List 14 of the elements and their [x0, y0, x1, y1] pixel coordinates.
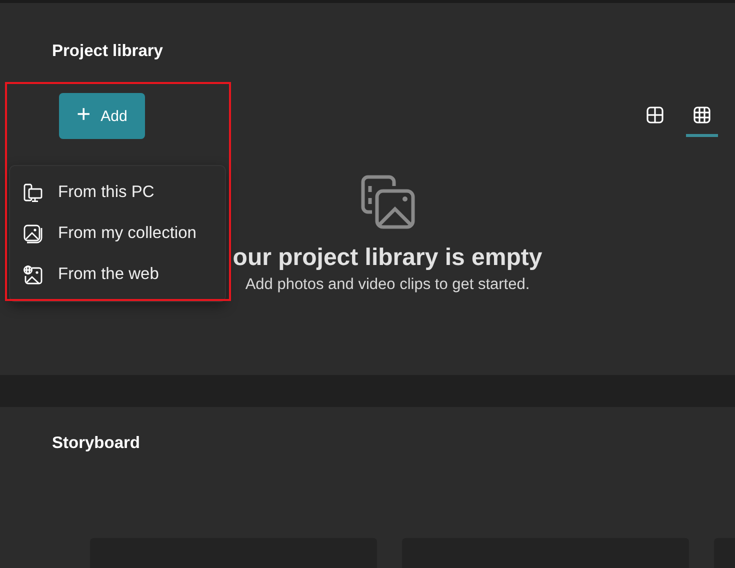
web-image-icon — [23, 264, 43, 284]
image-icon — [23, 224, 43, 244]
images-icon — [360, 174, 416, 230]
menu-item[interactable]: From my collection — [10, 213, 225, 254]
small-grid-icon — [693, 106, 711, 124]
add-button[interactable]: + Add — [59, 93, 145, 139]
menu-item[interactable]: From this PC — [10, 172, 225, 213]
empty-state-hint: Add photos and video clips to get started. — [245, 276, 530, 294]
empty-state-title: our project library is empty — [232, 244, 542, 272]
computer-icon — [23, 182, 43, 202]
menu-item[interactable]: From the web — [10, 254, 225, 295]
section-title: Project library — [52, 42, 163, 61]
large-grid-icon — [646, 106, 664, 124]
section-title: Storyboard — [52, 434, 142, 453]
